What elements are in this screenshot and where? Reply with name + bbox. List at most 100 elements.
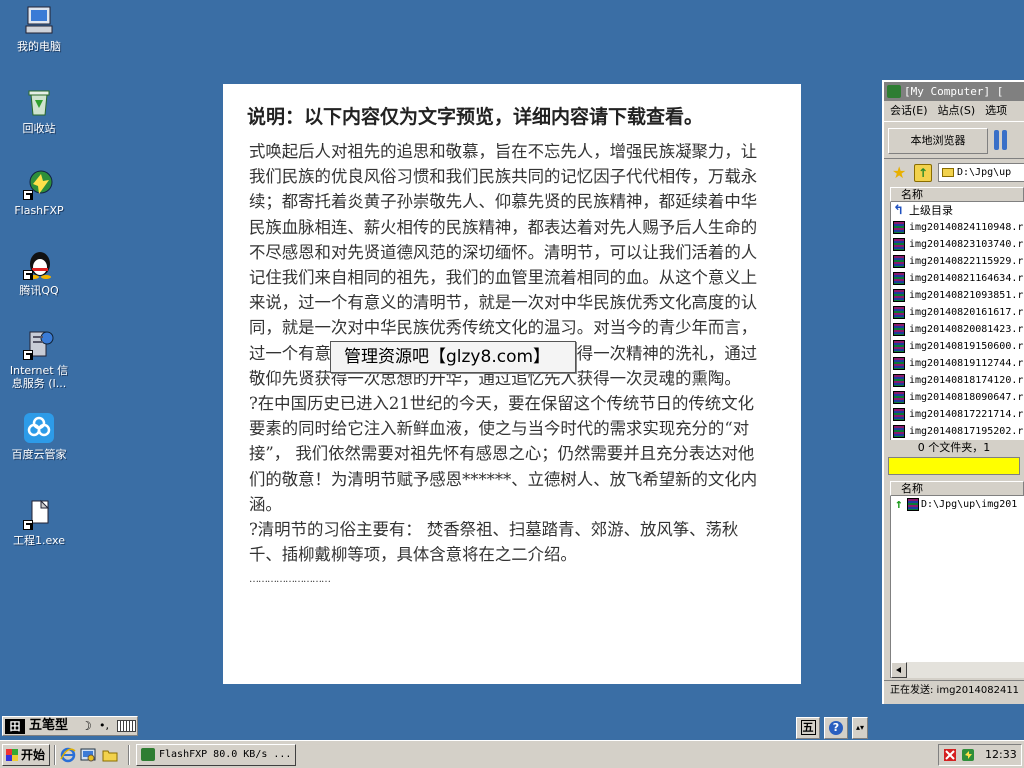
column-header-name[interactable]: 名称: [890, 187, 1024, 202]
queue-column-header-name[interactable]: 名称: [890, 481, 1024, 496]
path-dropdown[interactable]: D:\Jpg\up: [938, 163, 1024, 182]
list-item-file[interactable]: img20140819112744.r: [891, 355, 1024, 372]
list-item-file[interactable]: img20140820161617.r: [891, 304, 1024, 321]
list-item-label: img20140823103740.r: [909, 239, 1024, 250]
help-button[interactable]: ?: [824, 717, 848, 739]
help-icon: ?: [829, 721, 843, 735]
list-item-label: img20140818090647.r: [909, 392, 1024, 403]
queue-item-label: D:\Jpg\up\img201: [921, 499, 1018, 510]
shortcut-arrow-icon: [23, 270, 33, 280]
desktop-icon-my-computer[interactable]: 我的电脑: [1, 4, 77, 53]
taskbar: 开始 FlashFXP 80.0 KB/s ... 12:33: [0, 740, 1024, 768]
scroll-left-button[interactable]: [891, 662, 907, 678]
queue-list: ↑ D:\Jpg\up\img201: [890, 496, 1024, 662]
up-folder-icon[interactable]: ↑: [914, 164, 932, 182]
document-preview: 说明：以下内容仅为文字预览，详细内容请下载查看。 式唤起后人对祖先的追思和敬慕，…: [223, 84, 801, 684]
list-item-file[interactable]: img20140817221714.r: [891, 406, 1024, 423]
wubi-label: 五: [800, 720, 816, 735]
list-item-file[interactable]: img20140817195202.r: [891, 423, 1024, 440]
exe-file-icon: [23, 498, 55, 530]
document-paragraph: ?在中国历史已进入21世纪的今天，要在保留这个传统节日的传统文化要素的同时给它注…: [249, 394, 758, 514]
document-paragraph: ?清明节的习俗主要有： 焚香祭祖、扫墓踏青、郊游、放风筝、荡秋千、插柳戴柳等项，…: [249, 520, 739, 565]
ime-logo-icon[interactable]: 田: [5, 719, 25, 734]
document-title: 说明：以下内容仅为文字预览，详细内容请下载查看。: [247, 106, 704, 128]
punctuation-toggle[interactable]: •,: [99, 719, 109, 733]
list-item-label: img20140820081423.r: [909, 324, 1024, 335]
shortcut-arrow-icon: [23, 520, 33, 530]
list-item-parent-dir[interactable]: ↰ 上级目录: [891, 202, 1024, 219]
list-item-label: img20140821164634.r: [909, 273, 1024, 284]
archive-file-icon: [893, 357, 905, 370]
list-item-label: img20140819112744.r: [909, 358, 1024, 369]
folder-icon: [942, 168, 954, 177]
desktop-icon-qq[interactable]: 腾讯QQ: [1, 248, 77, 297]
flashfxp-tray-icon[interactable]: [961, 748, 975, 762]
ime-name[interactable]: 五笔型: [29, 717, 68, 735]
list-item-label: img20140817195202.r: [909, 426, 1024, 437]
desktop-icon-label-line2: 息服务 (I...: [11, 377, 67, 390]
menu-options[interactable]: 选项: [985, 104, 1007, 117]
flashfxp-icon: [887, 85, 901, 98]
star-icon[interactable]: ★: [892, 165, 906, 181]
desktop-icon-exe[interactable]: 工程1.exe: [1, 498, 77, 547]
menu-session[interactable]: 会话(E): [890, 104, 928, 117]
list-item-label: img20140819150600.r: [909, 341, 1024, 352]
desktop-icon-label: 百度云管家: [11, 448, 67, 461]
desktop-icon-recycle-bin[interactable]: 回收站: [1, 86, 77, 135]
list-item-file[interactable]: img20140823103740.r: [891, 236, 1024, 253]
archive-file-icon: [893, 340, 905, 353]
iis-server-icon: [23, 328, 55, 360]
language-bar-options[interactable]: ▴▾: [852, 717, 868, 739]
archive-file-icon: [893, 289, 905, 302]
show-desktop-icon[interactable]: [80, 747, 96, 763]
list-item-label: 上级目录: [909, 204, 953, 217]
list-item-file[interactable]: img20140818090647.r: [891, 389, 1024, 406]
list-item-label: img20140822115929.r: [909, 256, 1024, 267]
clock[interactable]: 12:33: [985, 745, 1017, 765]
desktop-icon-baidu-cloud[interactable]: 百度云管家: [1, 412, 77, 461]
list-item-file[interactable]: img20140819150600.r: [891, 338, 1024, 355]
system-tray: 12:33: [938, 744, 1022, 766]
archive-file-icon: [893, 323, 905, 336]
network-alert-icon[interactable]: [943, 748, 957, 762]
wubi-language-button[interactable]: 五: [796, 717, 820, 739]
archive-file-icon: [893, 238, 905, 251]
ftp-path-row: ★ ↑ D:\Jpg\up: [884, 159, 1024, 187]
computer-icon: [23, 4, 55, 36]
list-item-file[interactable]: img20140820081423.r: [891, 321, 1024, 338]
soft-keyboard-icon[interactable]: [117, 720, 136, 732]
ime-toolbar: 田 五笔型 ☽ •,: [2, 716, 138, 736]
windows-logo-icon: [6, 749, 18, 761]
half-width-moon-icon[interactable]: ☽: [81, 719, 92, 733]
list-item-file[interactable]: img20140821164634.r: [891, 270, 1024, 287]
internet-explorer-icon[interactable]: [60, 747, 76, 763]
list-item-file[interactable]: img20140818174120.r: [891, 372, 1024, 389]
taskbar-item-flashfxp[interactable]: FlashFXP 80.0 KB/s ...: [136, 744, 296, 766]
flashfxp-icon: [141, 748, 155, 761]
start-button[interactable]: 开始: [2, 744, 50, 766]
local-browser-button[interactable]: 本地浏览器: [888, 128, 988, 154]
folder-icon[interactable]: [102, 747, 118, 763]
list-item-file[interactable]: img20140822115929.r: [891, 253, 1024, 270]
shortcut-arrow-icon: [23, 190, 33, 200]
desktop-icon-iis[interactable]: Internet 信 息服务 (I...: [1, 328, 77, 390]
list-item-label: img20140820161617.r: [909, 307, 1024, 318]
list-item-file[interactable]: img20140821093851.r: [891, 287, 1024, 304]
desktop-icon-label: 我的电脑: [17, 40, 61, 53]
cloud-icon: [23, 412, 55, 444]
menu-sites[interactable]: 站点(S): [938, 104, 976, 117]
file-list: ↰ 上级目录 img20140824110948.r img201408231037…: [890, 202, 1024, 440]
taskbar-item-label: FlashFXP 80.0 KB/s ...: [159, 749, 292, 760]
desktop-icon-label: 回收站: [22, 122, 56, 135]
taskbar-separator: [54, 745, 56, 765]
horizontal-scrollbar[interactable]: [890, 662, 1024, 678]
archive-file-icon: [893, 272, 905, 285]
list-item-file[interactable]: img20140824110948.r: [891, 219, 1024, 236]
ftp-title-bar[interactable]: [My Computer] [: [884, 82, 1024, 101]
archive-file-icon: [893, 221, 905, 234]
queue-item[interactable]: ↑ D:\Jpg\up\img201: [891, 496, 1024, 514]
pause-icon[interactable]: [994, 130, 1010, 150]
desktop-icon-flashfxp[interactable]: FlashFXP: [1, 168, 77, 217]
transfer-queue: 名称 ↑ D:\Jpg\up\img201: [890, 481, 1024, 662]
archive-file-icon: [893, 408, 905, 421]
